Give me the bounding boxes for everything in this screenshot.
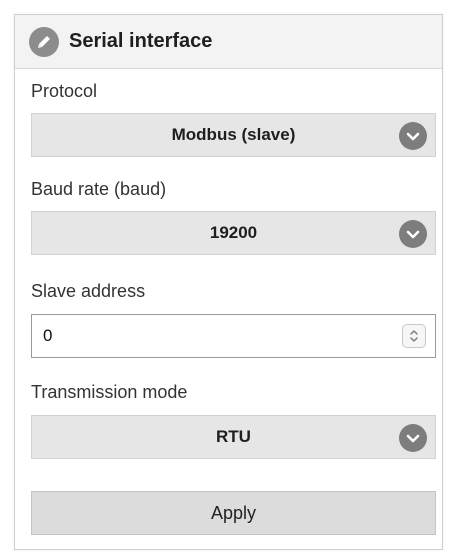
slave-address-input[interactable]: 0: [31, 314, 436, 358]
chevron-down-icon[interactable]: [399, 424, 427, 452]
panel-header: Serial interface: [15, 15, 442, 69]
baud-rate-label: Baud rate (baud): [31, 179, 167, 199]
serial-interface-panel: Serial interface Protocol Modbus (slave)…: [14, 14, 443, 550]
edit-icon: [29, 26, 59, 57]
apply-button[interactable]: Apply: [31, 491, 436, 535]
baud-rate-value: 19200: [209, 223, 258, 242]
panel-title: Serial interface: [69, 30, 213, 52]
baud-rate-select[interactable]: 19200: [31, 211, 436, 255]
protocol-select[interactable]: Modbus (slave): [31, 113, 436, 157]
transmission-mode-select[interactable]: RTU: [31, 415, 436, 459]
protocol-label: Protocol: [31, 81, 98, 101]
slave-address-label: Slave address: [31, 281, 146, 301]
transmission-mode-value: RTU: [216, 427, 251, 446]
protocol-value: Modbus (slave): [171, 125, 296, 144]
chevron-down-icon[interactable]: [399, 122, 427, 150]
chevron-down-icon[interactable]: [399, 220, 427, 248]
transmission-mode-label: Transmission mode: [31, 382, 188, 402]
slave-address-value: 0: [43, 326, 53, 345]
spinner-icon[interactable]: [402, 324, 426, 348]
